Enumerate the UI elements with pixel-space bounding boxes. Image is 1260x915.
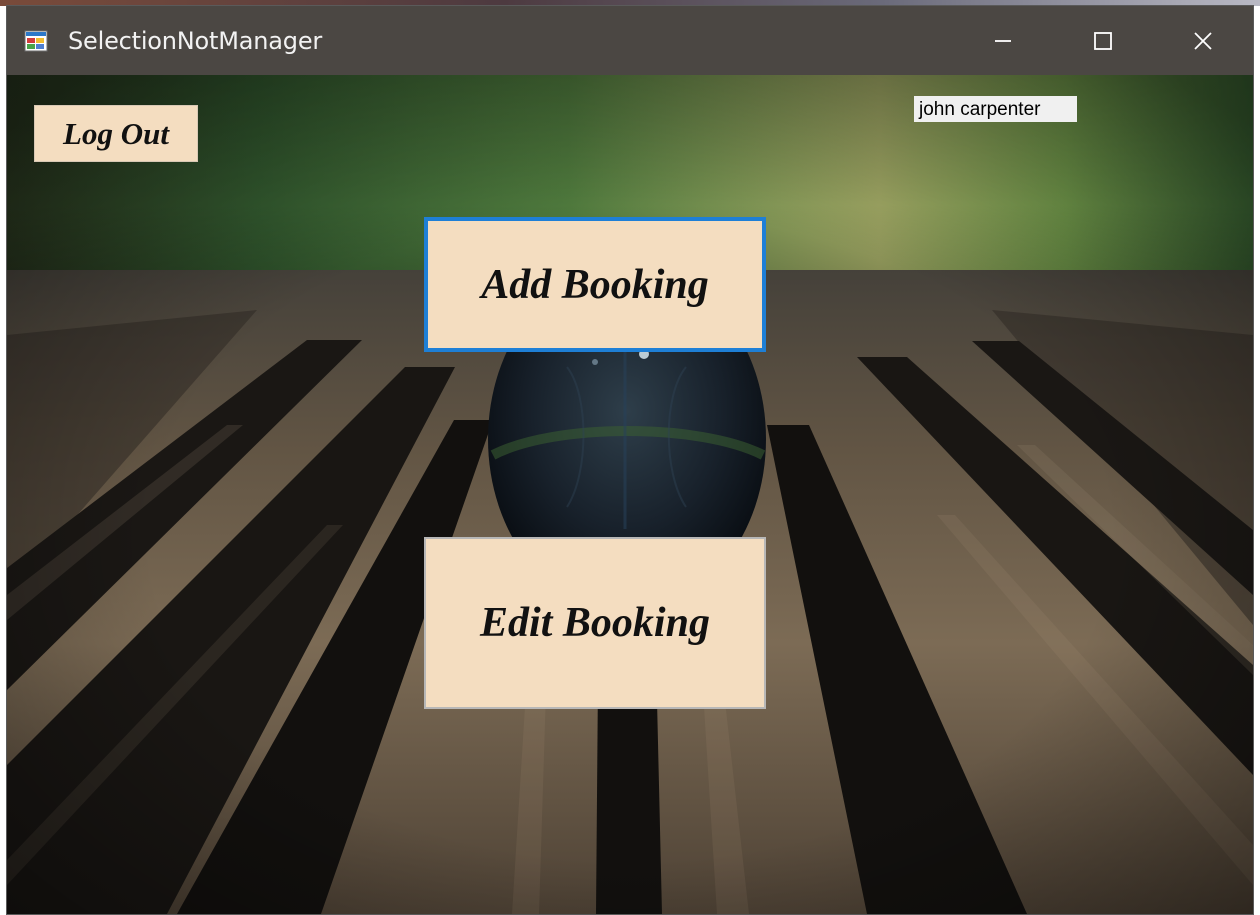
add-booking-button[interactable]: Add Booking [424, 217, 766, 352]
close-button[interactable] [1153, 6, 1253, 75]
client-area: Log Out john carpenter Add Booking Edit … [7, 75, 1253, 914]
window-title: SelectionNotManager [68, 27, 323, 55]
maximize-button[interactable] [1053, 6, 1153, 75]
close-icon [1191, 29, 1215, 53]
logout-button[interactable]: Log Out [34, 105, 198, 162]
current-user-label: john carpenter [914, 96, 1077, 122]
app-window: SelectionNotManager Log Out john carpent… [7, 6, 1253, 914]
maximize-icon [1092, 30, 1114, 52]
edit-booking-button[interactable]: Edit Booking [424, 537, 766, 709]
minimize-button[interactable] [953, 6, 1053, 75]
minimize-icon [993, 31, 1013, 51]
app-window-icon [24, 29, 48, 53]
title-bar[interactable]: SelectionNotManager [7, 6, 1253, 75]
wood-background-image [7, 75, 1253, 914]
